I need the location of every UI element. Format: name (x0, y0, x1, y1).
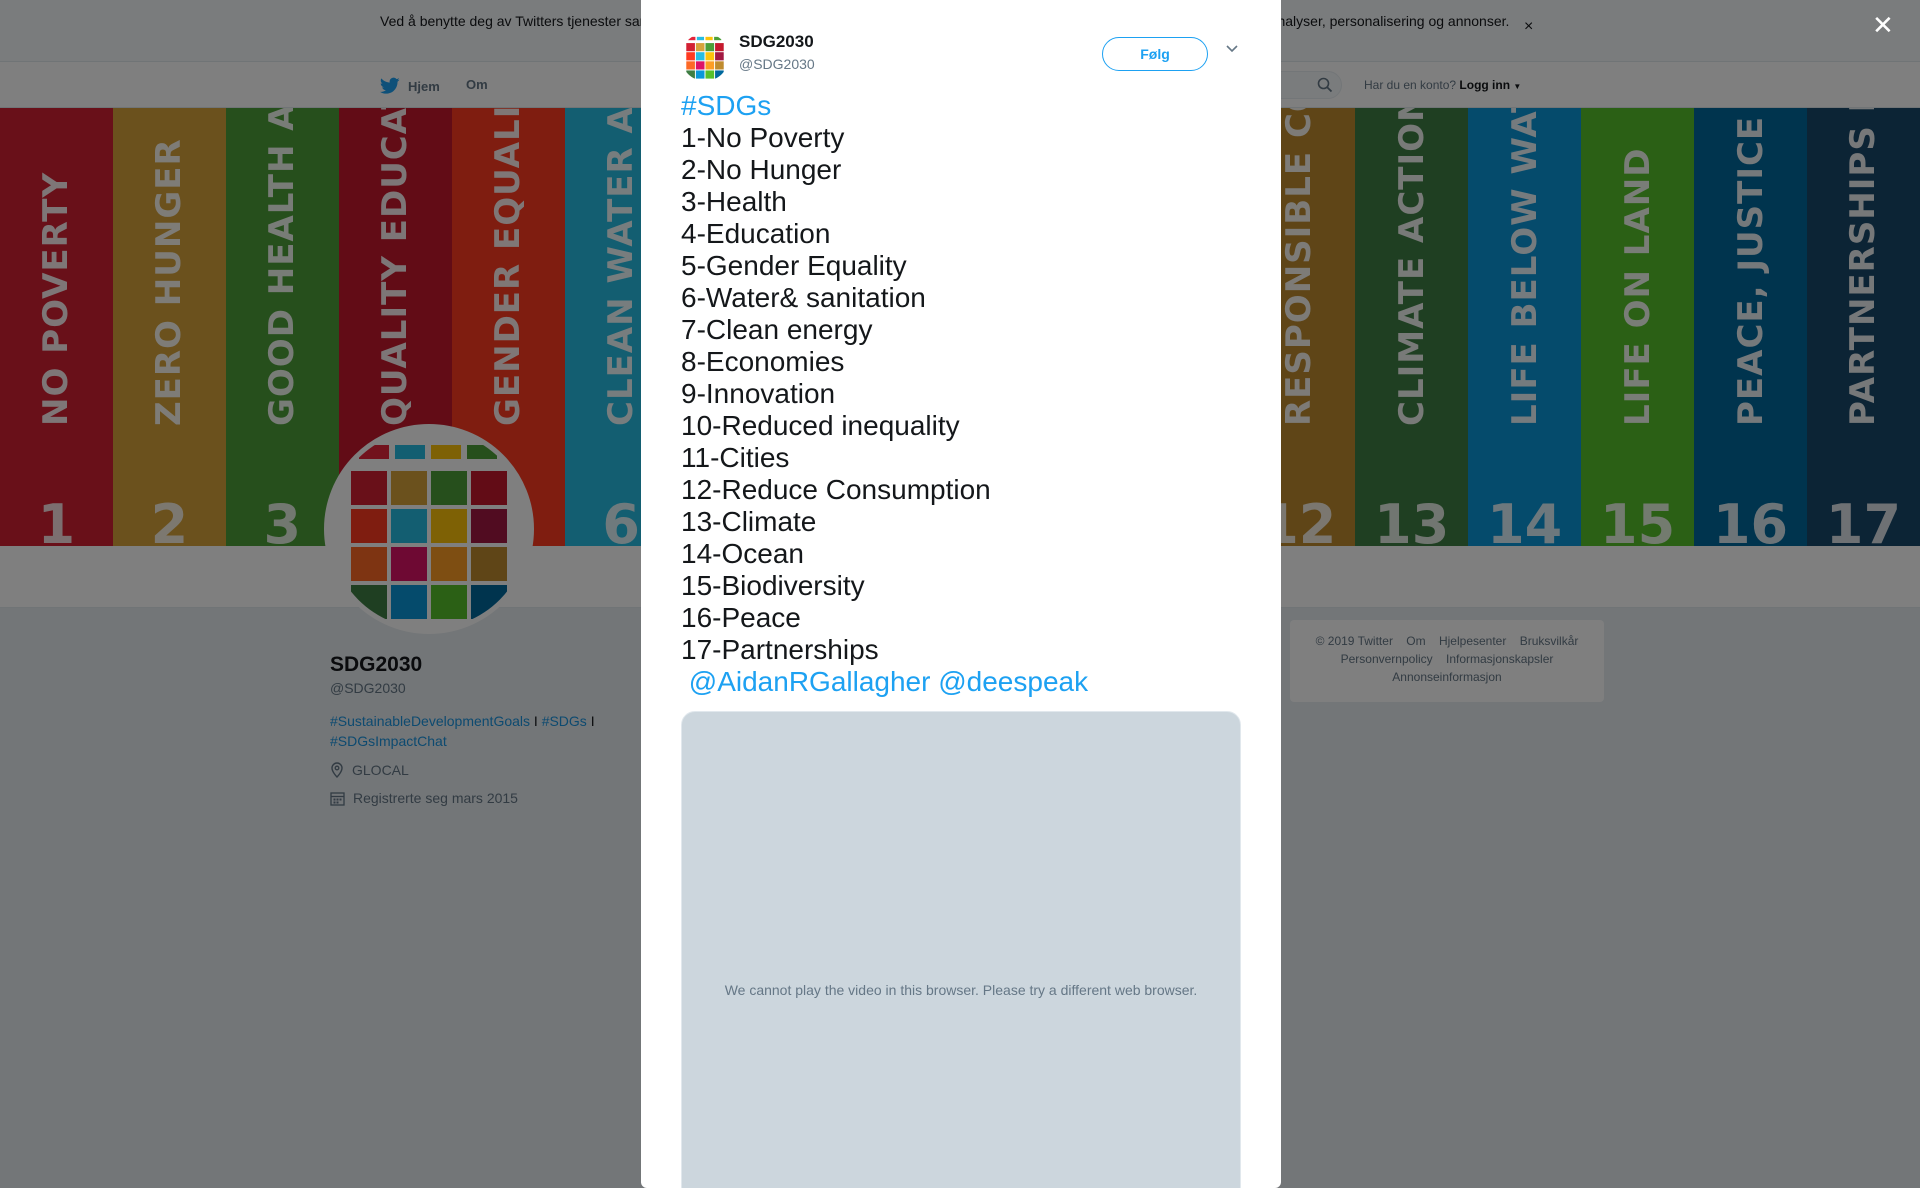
tweet-author-handle: @SDG2030 (739, 56, 815, 72)
tweet-goal-line: 6-Water& sanitation (681, 282, 926, 313)
tweet-goal-line: 1-No Poverty (681, 122, 845, 153)
tweet-goal-line: 3-Health (681, 186, 787, 217)
tweet-goal-list: 1-No Poverty 2-No Hunger 3-Health 4-Educati… (681, 122, 1241, 666)
tweet-goal-line: 4-Education (681, 218, 831, 249)
tweet-goal-line: 11-Cities (681, 442, 790, 473)
video-error-message: We cannot play the video in this browser… (724, 982, 1198, 998)
tweet-goal-line: 17-Partnerships (681, 634, 879, 665)
mention-deespeak[interactable]: @deespeak (938, 666, 1088, 697)
tweet-mentions: @AidanRGallagher @deespeak (681, 666, 1241, 698)
tweet-author-avatar[interactable] (681, 33, 729, 81)
tweet-goal-line: 13-Climate (681, 506, 817, 537)
tweet-goal-line: 14-Ocean (681, 538, 804, 569)
video-player[interactable]: We cannot play the video in this browser… (681, 711, 1241, 1188)
tweet-goal-line: 12-Reduce Consumption (681, 474, 991, 505)
tweet-goal-line: 5-Gender Equality (681, 250, 907, 281)
mention-aidanrgallagher[interactable]: @AidanRGallagher (689, 666, 931, 697)
tweet-goal-line: 10-Reduced inequality (681, 410, 960, 441)
tweet-goal-line: 9-Innovation (681, 378, 836, 409)
close-icon[interactable]: ✕ (1872, 10, 1894, 40)
follow-button[interactable]: Følg (1102, 37, 1208, 71)
tweet-goal-line: 16-Peace (681, 602, 801, 633)
tweet-hashtag-sdgs[interactable]: #SDGs (681, 90, 1241, 122)
chevron-down-icon[interactable] (1225, 44, 1239, 54)
tweet-modal: SDG2030 @SDG2030 Følg #SDGs 1-No Poverty… (641, 0, 1281, 1188)
tweet-text: #SDGs 1-No Poverty 2-No Hunger 3-Health 4-E… (681, 90, 1241, 698)
tweet-goal-line: 15-Biodiversity (681, 570, 865, 601)
tweet-goal-line: 7-Clean energy (681, 314, 873, 345)
tweet-author-name[interactable]: SDG2030 (739, 32, 814, 52)
tweet-goal-line: 2-No Hunger (681, 154, 842, 185)
tweet-goal-line: 8-Economies (681, 346, 845, 377)
